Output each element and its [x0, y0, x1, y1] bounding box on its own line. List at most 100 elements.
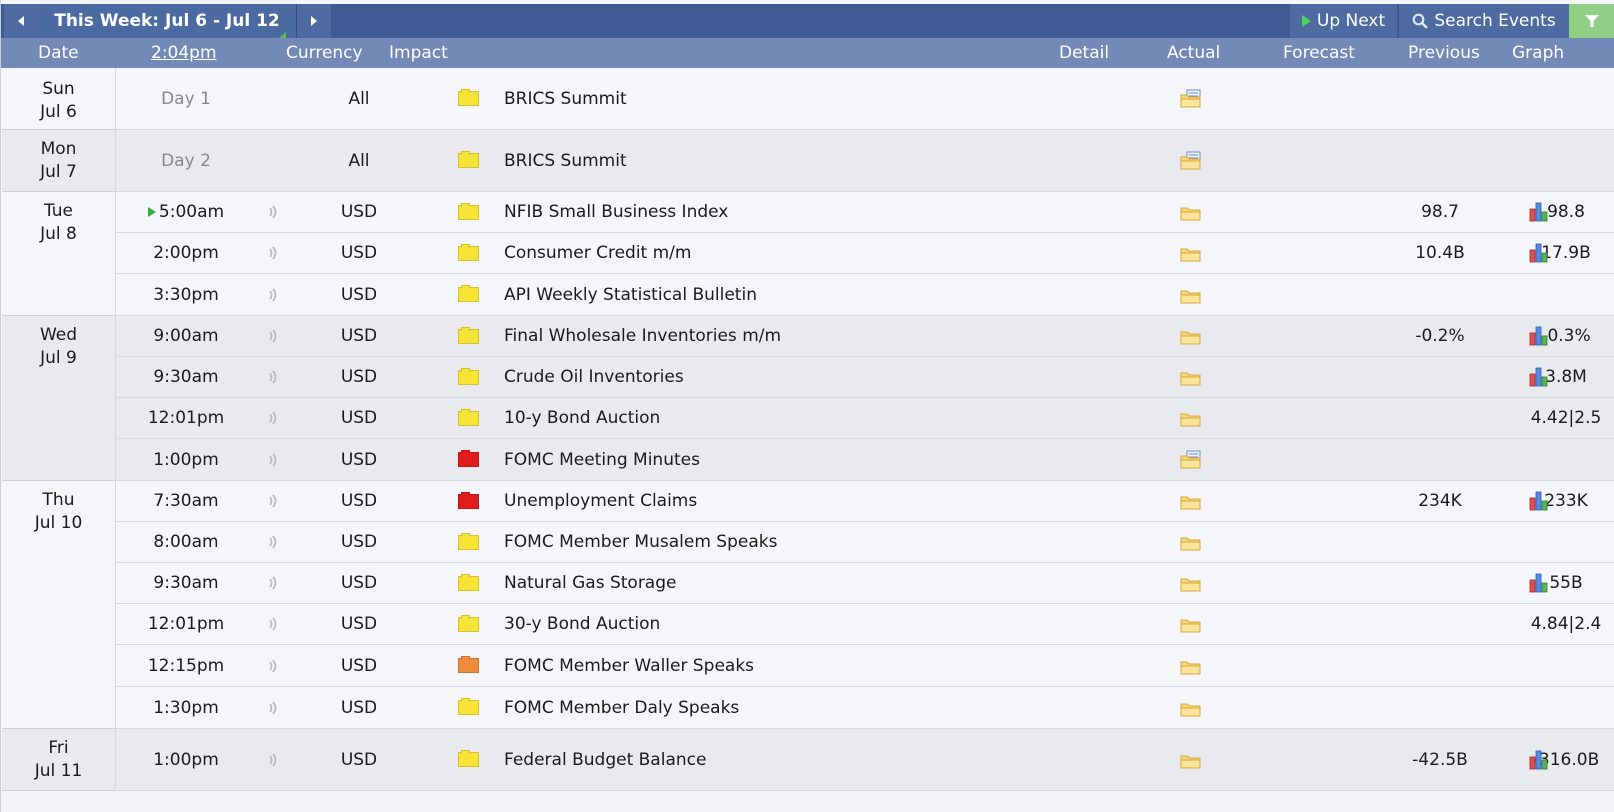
event-title[interactable]: Final Wholesale Inventories m/m: [504, 316, 1064, 356]
event-currency: USD: [340, 655, 378, 676]
detail-folder-icon[interactable]: [1176, 563, 1206, 603]
filter-button[interactable]: [1569, 4, 1614, 38]
sound-alert-icon[interactable]: [263, 481, 283, 521]
sound-alert-icon[interactable]: [263, 604, 283, 644]
graph-chart-icon[interactable]: [1524, 192, 1554, 232]
sound-alert-icon[interactable]: [263, 563, 283, 603]
event-forecast: [1390, 563, 1490, 603]
col-forecast: Forecast: [1283, 43, 1355, 63]
event-title[interactable]: FOMC Member Waller Speaks: [504, 645, 1064, 686]
detail-folder-icon[interactable]: [1176, 192, 1206, 232]
detail-folder-icon[interactable]: [1176, 687, 1206, 728]
up-next-button[interactable]: Up Next: [1290, 4, 1397, 38]
graph-chart-icon[interactable]: [1524, 729, 1554, 790]
table-row[interactable]: 9:00am USD Final Wholesale Inventories m/…: [116, 316, 1614, 357]
table-row[interactable]: 9:30am USD Natural Gas Storage 55B: [116, 563, 1614, 604]
event-time: 9:00am: [153, 326, 219, 346]
table-row[interactable]: 1:00pm USD FOMC Meeting Minutes: [116, 439, 1614, 481]
col-time-current[interactable]: 2:04pm: [151, 38, 217, 68]
event-title[interactable]: 10-y Bond Auction: [504, 398, 1064, 438]
sound-alert-icon[interactable]: [263, 357, 283, 397]
impact-folder-icon: [457, 285, 479, 302]
previous-week-button[interactable]: [4, 4, 39, 38]
event-currency: USD: [340, 326, 378, 346]
sound-alert-icon[interactable]: [263, 233, 283, 273]
detail-folder-icon[interactable]: [1176, 316, 1206, 356]
event-forecast: [1390, 398, 1490, 438]
event-title[interactable]: FOMC Member Daly Speaks: [504, 687, 1064, 728]
detail-folder-icon[interactable]: [1176, 357, 1206, 397]
event-previous: [1516, 687, 1614, 728]
detail-folder-icon[interactable]: [1176, 729, 1206, 790]
table-row[interactable]: 1:00pm USD Federal Budget Balance -42.5B -…: [116, 729, 1614, 791]
date-day: Tue: [43, 201, 74, 221]
sound-alert-icon[interactable]: [263, 645, 283, 686]
event-forecast: [1390, 274, 1490, 315]
sound-alert-icon[interactable]: [263, 316, 283, 356]
event-title[interactable]: Crude Oil Inventories: [504, 357, 1064, 397]
detail-folder-icon[interactable]: [1176, 522, 1206, 562]
event-previous: [1516, 68, 1614, 129]
detail-folder-icon[interactable]: [1176, 398, 1206, 438]
detail-folder-icon[interactable]: [1176, 130, 1206, 191]
sound-alert-icon[interactable]: [263, 522, 283, 562]
date-day: Mon: [40, 139, 77, 159]
event-previous: [1516, 645, 1614, 686]
detail-folder-icon[interactable]: [1176, 645, 1206, 686]
event-title[interactable]: API Weekly Statistical Bulletin: [504, 274, 1064, 315]
event-title[interactable]: FOMC Meeting Minutes: [504, 439, 1064, 480]
graph-chart-icon[interactable]: [1524, 316, 1554, 356]
date-cell-sun: Sun Jul 6: [2, 68, 116, 130]
table-row[interactable]: 3:30pm USD API Weekly Statistical Bulleti…: [116, 274, 1614, 316]
detail-folder-icon[interactable]: [1176, 604, 1206, 644]
table-row[interactable]: 1:30pm USD FOMC Member Daly Speaks: [116, 687, 1614, 729]
event-title[interactable]: Unemployment Claims: [504, 481, 1064, 521]
sound-alert-icon[interactable]: [263, 192, 283, 232]
detail-folder-icon[interactable]: [1176, 68, 1206, 129]
event-title[interactable]: Federal Budget Balance: [504, 729, 1064, 790]
event-currency: USD: [340, 243, 378, 263]
column-header: Date 2:04pm Currency Impact Detail Actua…: [1, 38, 1614, 68]
event-currency: USD: [340, 202, 378, 222]
col-previous: Previous: [1408, 43, 1480, 63]
event-title[interactable]: 30-y Bond Auction: [504, 604, 1064, 644]
event-forecast: [1390, 687, 1490, 728]
event-title[interactable]: NFIB Small Business Index: [504, 192, 1064, 232]
event-title[interactable]: Consumer Credit m/m: [504, 233, 1064, 273]
date-date: Jul 11: [34, 761, 83, 781]
table-row[interactable]: 12:01pm USD 10-y Bond Auction 4.42|2.5: [116, 398, 1614, 439]
sound-alert-icon[interactable]: [263, 274, 283, 315]
table-row[interactable]: 2:00pm USD Consumer Credit m/m 10.4B 17.9B: [116, 233, 1614, 274]
table-row[interactable]: Day 1 All BRICS Summit: [116, 68, 1614, 130]
next-week-button[interactable]: [296, 4, 331, 38]
table-row[interactable]: 7:30am USD Unemployment Claims 234K 233K: [116, 481, 1614, 522]
sound-alert-icon[interactable]: [263, 398, 283, 438]
table-row[interactable]: 9:30am USD Crude Oil Inventories 3.8M: [116, 357, 1614, 398]
event-time: 8:00am: [153, 532, 219, 552]
graph-chart-icon[interactable]: [1524, 563, 1554, 603]
graph-chart-icon[interactable]: [1524, 233, 1554, 273]
sound-alert-icon[interactable]: [263, 687, 283, 728]
detail-folder-icon[interactable]: [1176, 439, 1206, 480]
week-range-label[interactable]: This Week: Jul 6 - Jul 12: [38, 4, 296, 38]
table-row[interactable]: 8:00am USD FOMC Member Musalem Speaks: [116, 522, 1614, 563]
detail-folder-icon[interactable]: [1176, 481, 1206, 521]
table-row[interactable]: Day 2 All BRICS Summit: [116, 130, 1614, 192]
next-event-marker-icon: [147, 207, 156, 217]
event-title[interactable]: FOMC Member Musalem Speaks: [504, 522, 1064, 562]
table-row[interactable]: 12:01pm USD 30-y Bond Auction 4.84|2.4: [116, 604, 1614, 645]
sound-alert-icon[interactable]: [263, 439, 283, 480]
detail-folder-icon[interactable]: [1176, 233, 1206, 273]
detail-folder-icon[interactable]: [1176, 274, 1206, 315]
event-title[interactable]: BRICS Summit: [504, 68, 1064, 129]
table-row[interactable]: 5:00am USD NFIB Small Business Index 98.7…: [116, 192, 1614, 233]
graph-chart-icon[interactable]: [1524, 357, 1554, 397]
event-title[interactable]: Natural Gas Storage: [504, 563, 1064, 603]
sound-alert-icon[interactable]: [263, 729, 283, 790]
table-row[interactable]: 12:15pm USD FOMC Member Waller Speaks: [116, 645, 1614, 687]
event-previous: [1516, 130, 1614, 191]
search-events-button[interactable]: Search Events: [1398, 4, 1569, 38]
event-title[interactable]: BRICS Summit: [504, 130, 1064, 191]
graph-chart-icon[interactable]: [1524, 481, 1554, 521]
impact-folder-icon: [457, 408, 479, 426]
